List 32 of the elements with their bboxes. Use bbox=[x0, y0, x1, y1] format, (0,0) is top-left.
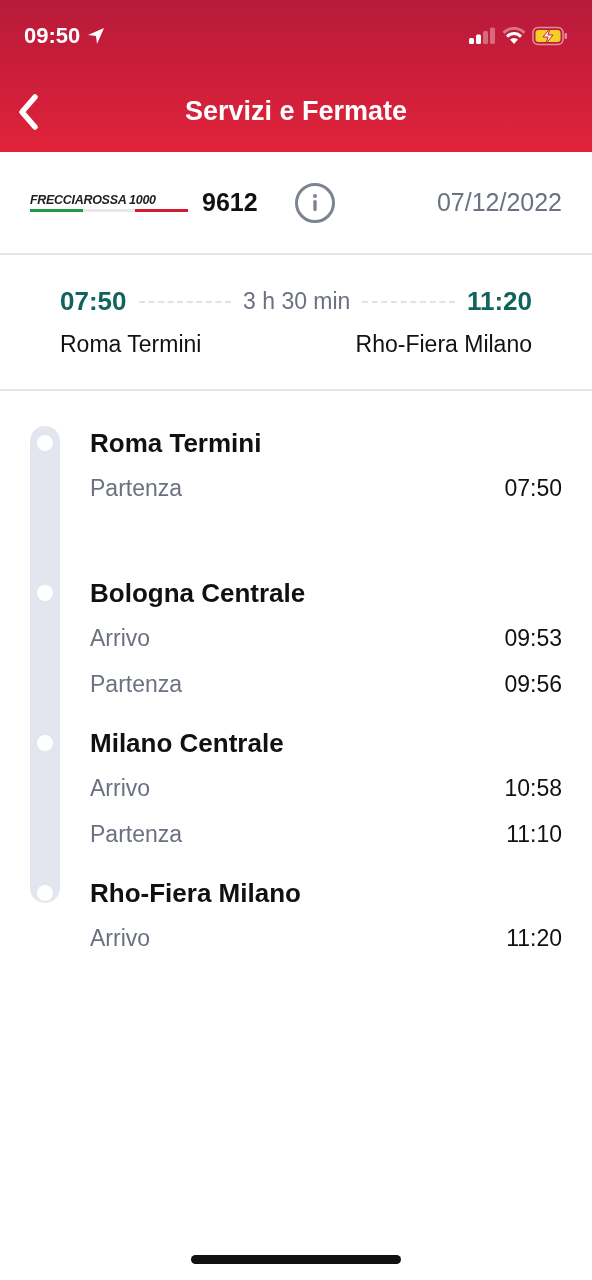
departure-time: 07:50 bbox=[60, 286, 127, 317]
stop-name: Roma Termini bbox=[90, 427, 263, 460]
origin-station: Roma Termini bbox=[60, 331, 202, 358]
trip-duration: 3 h 30 min bbox=[243, 288, 351, 315]
event-label: Partenza bbox=[90, 474, 183, 502]
event-time: 07:50 bbox=[504, 474, 562, 502]
stop-name: Milano Centrale bbox=[90, 727, 285, 760]
event-label: Partenza bbox=[90, 820, 183, 848]
back-button[interactable] bbox=[16, 92, 40, 132]
signal-icon bbox=[468, 27, 496, 45]
event-label: Arrivo bbox=[90, 624, 151, 652]
event-time: 11:20 bbox=[506, 924, 562, 952]
screen-title: Servizi e Fermate bbox=[184, 95, 408, 127]
battery-charging-icon bbox=[532, 26, 568, 46]
train-number: 9612 bbox=[202, 188, 258, 217]
event-label: Arrivo bbox=[90, 774, 151, 802]
event-time: 09:56 bbox=[504, 670, 562, 698]
event-label: Partenza bbox=[90, 670, 183, 698]
info-icon[interactable] bbox=[293, 181, 336, 224]
location-arrow-icon bbox=[86, 26, 107, 46]
status-time: 09:50 bbox=[24, 23, 81, 49]
arrival-time: 11:20 bbox=[466, 286, 532, 317]
travel-date: 07/12/2022 bbox=[436, 188, 562, 217]
destination-station: Rho-Fiera Milano bbox=[355, 331, 532, 358]
event-time: 09:53 bbox=[504, 624, 562, 652]
wifi-icon bbox=[502, 27, 526, 45]
event-time: 11:10 bbox=[506, 820, 562, 848]
event-time: 10:58 bbox=[504, 774, 562, 802]
stop-name: Bologna Centrale bbox=[90, 577, 307, 610]
event-label: Arrivo bbox=[90, 924, 151, 952]
train-brand: FRECCIAROSSA 1000 bbox=[30, 193, 157, 207]
stop-name: Rho-Fiera Milano bbox=[90, 877, 302, 910]
